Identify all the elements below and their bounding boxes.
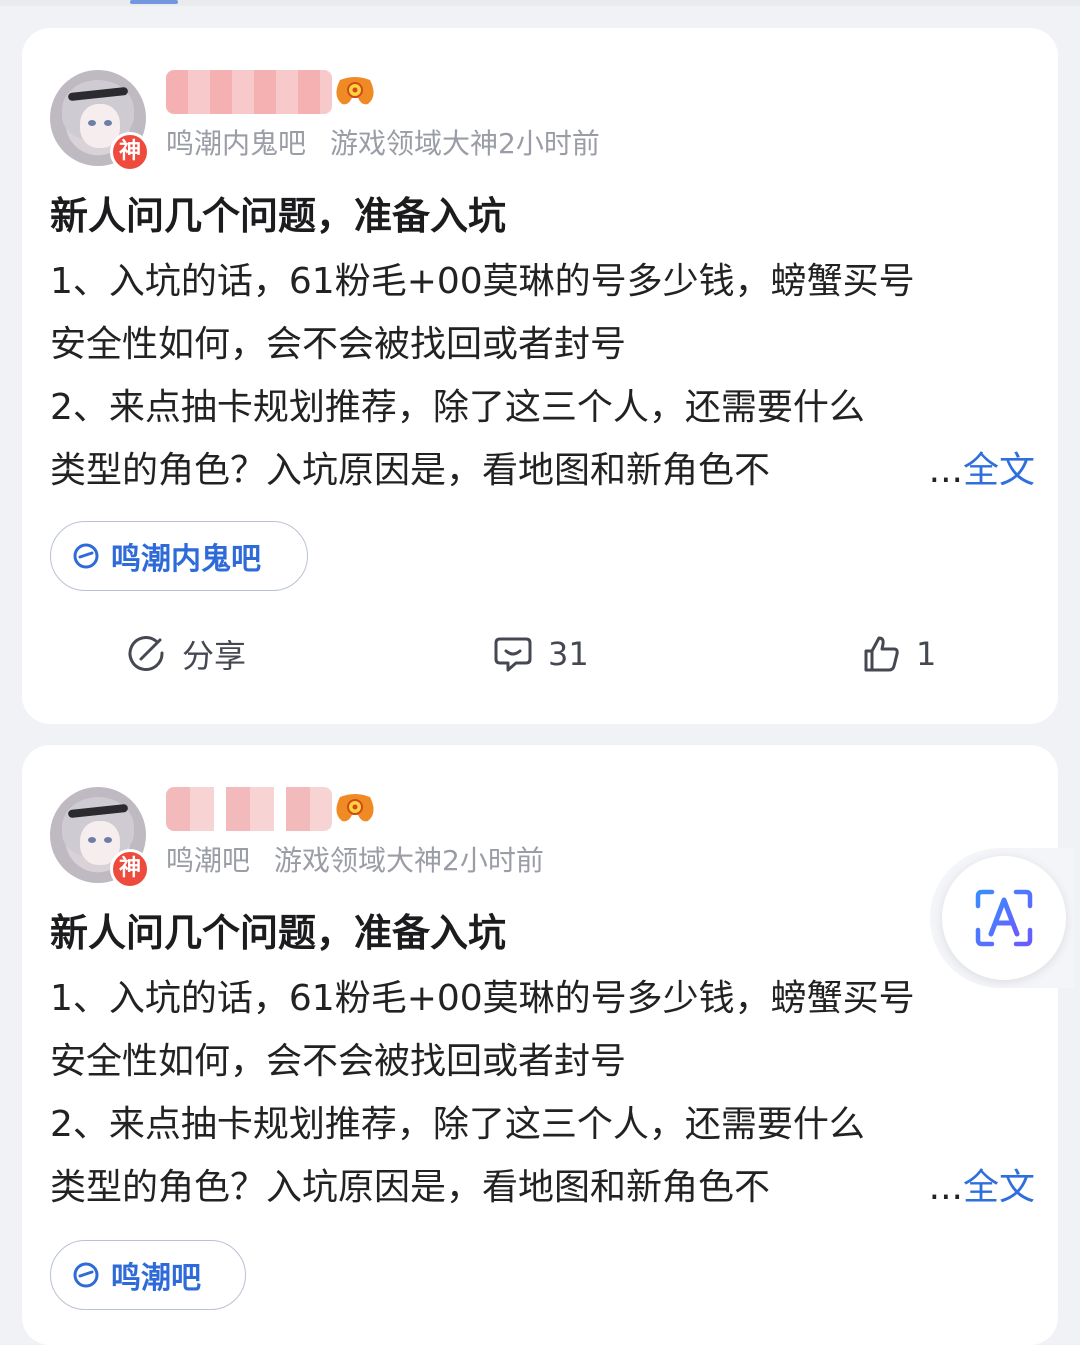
post-card[interactable]: 神 鸣潮内鬼吧 游戏领域大神2小时前 新人问几个问题，准备入坑 1、入坑的话，61… bbox=[22, 28, 1058, 724]
author-title-time: 游戏领域大神2小时前 bbox=[330, 127, 600, 160]
post-card[interactable]: 神 鸣潮吧 游戏领域大神2小时前 新人问几个问题，准备入坑 1、入坑的话，61粉毛… bbox=[22, 745, 1058, 1345]
body-line: 1、入坑的话，61粉毛+00莫琳的号多少钱，螃蟹买号 bbox=[50, 261, 915, 302]
forum-tag-icon bbox=[73, 1262, 99, 1288]
forum-name[interactable]: 鸣潮吧 bbox=[166, 844, 250, 877]
text-recognition-button[interactable] bbox=[930, 848, 1074, 988]
share-button[interactable]: 分享 bbox=[126, 626, 246, 682]
ellipsis: ... bbox=[928, 1167, 963, 1208]
top-bar bbox=[0, 0, 1080, 6]
body-line-truncated: 类型的角色？入坑原因是，看地图和新角色不 ...全文 bbox=[50, 439, 1035, 502]
username-redacted[interactable] bbox=[166, 787, 332, 831]
body-line: 类型的角色？入坑原因是，看地图和新角色不 bbox=[50, 450, 771, 491]
author-title-time: 游戏领域大神2小时前 bbox=[274, 844, 544, 877]
full-text-link[interactable]: 全文 bbox=[963, 450, 1035, 491]
share-icon bbox=[128, 636, 164, 671]
tab-indicator bbox=[130, 0, 178, 4]
read-more[interactable]: ...全文 bbox=[929, 1156, 1035, 1219]
share-label: 分享 bbox=[182, 637, 247, 675]
post-meta: 鸣潮吧 游戏领域大神2小时前 bbox=[166, 841, 544, 881]
post-title[interactable]: 新人问几个问题，准备入坑 bbox=[50, 907, 506, 959]
read-more[interactable]: ...全文 bbox=[929, 439, 1035, 502]
comment-icon bbox=[494, 637, 532, 672]
action-bar: 分享 31 1 bbox=[22, 626, 1058, 682]
comment-count: 31 bbox=[548, 635, 589, 673]
body-line: 类型的角色？入坑原因是，看地图和新角色不 bbox=[50, 1167, 771, 1208]
body-line: 2、来点抽卡规划推荐，除了这三个人，还需要什么 bbox=[50, 1104, 865, 1145]
like-icon bbox=[864, 636, 899, 672]
body-line: 2、来点抽卡规划推荐，除了这三个人，还需要什么 bbox=[50, 387, 865, 428]
forum-tag-icon bbox=[73, 543, 99, 569]
body-line: 安全性如何，会不会被找回或者封号 bbox=[50, 1041, 627, 1082]
post-body[interactable]: 1、入坑的话，61粉毛+00莫琳的号多少钱，螃蟹买号 安全性如何，会不会被找回或… bbox=[50, 967, 1035, 1219]
forum-tag-button[interactable]: 鸣潮吧 bbox=[50, 1240, 246, 1310]
god-badge: 神 bbox=[110, 849, 150, 889]
post-body[interactable]: 1、入坑的话，61粉毛+00莫琳的号多少钱，螃蟹买号 安全性如何，会不会被找回或… bbox=[50, 250, 1035, 502]
like-count: 1 bbox=[916, 635, 937, 673]
forum-tag-label: 鸣潮内鬼吧 bbox=[111, 542, 261, 577]
comment-button[interactable]: 31 bbox=[492, 626, 589, 682]
gamepad-icon bbox=[336, 77, 374, 105]
text-recognition-button-inner[interactable] bbox=[942, 856, 1066, 980]
forum-name[interactable]: 鸣潮内鬼吧 bbox=[166, 127, 306, 160]
post-meta: 鸣潮内鬼吧 游戏领域大神2小时前 bbox=[166, 124, 600, 164]
ellipsis: ... bbox=[928, 450, 963, 491]
forum-tag-button[interactable]: 鸣潮内鬼吧 bbox=[50, 521, 308, 591]
username-redacted[interactable] bbox=[166, 70, 332, 114]
body-line: 1、入坑的话，61粉毛+00莫琳的号多少钱，螃蟹买号 bbox=[50, 978, 915, 1019]
body-line: 安全性如何，会不会被找回或者封号 bbox=[50, 324, 627, 365]
post-title[interactable]: 新人问几个问题，准备入坑 bbox=[50, 190, 506, 242]
like-button[interactable]: 1 bbox=[860, 626, 936, 682]
gamepad-icon bbox=[336, 794, 374, 822]
god-badge: 神 bbox=[110, 132, 150, 172]
forum-tag-label: 鸣潮吧 bbox=[111, 1261, 201, 1296]
full-text-link[interactable]: 全文 bbox=[963, 1167, 1035, 1208]
body-line-truncated: 类型的角色？入坑原因是，看地图和新角色不 ...全文 bbox=[50, 1156, 1035, 1219]
text-recognition-icon bbox=[975, 889, 1033, 947]
